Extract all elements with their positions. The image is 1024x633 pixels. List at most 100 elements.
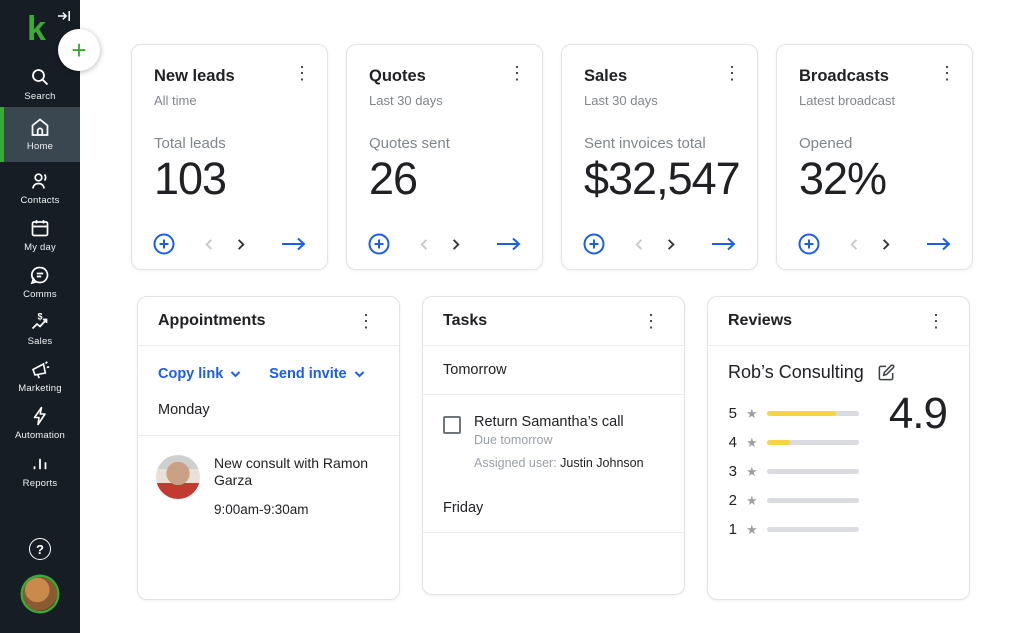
user-avatar[interactable] (23, 577, 57, 611)
kebab-menu-icon[interactable]: ⋮ (932, 60, 962, 86)
metric-value: 103 (154, 153, 305, 205)
broadcasts-card: ⋮ Broadcasts Latest broadcast Opened 32% (776, 44, 973, 270)
chevron-right-icon[interactable] (449, 238, 462, 251)
business-name: Rob’s Consulting (728, 362, 864, 383)
card-header: Reviews ⋮ (708, 297, 969, 346)
appointment-list-item[interactable]: New consult with Ramon Garza 9:00am-9:30… (138, 436, 399, 536)
metric-value: 32% (799, 153, 950, 205)
sidebar-item-reports[interactable]: Reports (0, 449, 80, 493)
rating-count: 2 (728, 492, 737, 509)
add-circle-icon[interactable] (797, 232, 821, 256)
kebab-menu-icon[interactable]: ⋮ (287, 60, 317, 86)
edit-icon[interactable] (877, 363, 896, 382)
collapse-arrow-icon (56, 12, 72, 27)
arrow-right-icon[interactable] (280, 236, 307, 252)
chevron-left-icon[interactable] (633, 238, 646, 251)
sidebar-item-my-day[interactable]: My day (0, 213, 80, 257)
contact-avatar (156, 455, 200, 499)
copy-link-button[interactable]: Copy link (158, 366, 241, 382)
task-section-label: Tomorrow (423, 346, 684, 395)
kebab-menu-icon[interactable]: ⋮ (923, 310, 949, 332)
chevron-down-icon (230, 366, 241, 382)
appointment-time: 9:00am-9:30am (214, 502, 369, 517)
sidebar-item-label: Search (24, 91, 55, 102)
card-title: New leads (154, 67, 305, 86)
card-title: Broadcasts (799, 67, 950, 86)
assigned-user: Justin Johnson (560, 456, 643, 470)
rating-count: 1 (728, 521, 737, 538)
sidebar-collapse-button[interactable] (56, 8, 72, 27)
add-circle-icon[interactable] (367, 232, 391, 256)
metric-value: $32,547 (584, 153, 735, 205)
calendar-icon (29, 217, 51, 239)
sidebar-item-contacts[interactable]: Contacts (0, 166, 80, 210)
appointment-actions: Copy link Send invite (138, 346, 399, 394)
star-icon: ★ (746, 494, 758, 507)
task-checkbox[interactable] (443, 416, 461, 434)
rating-bar-fill (767, 411, 836, 416)
rating-bar-fill (767, 440, 790, 445)
card-footer (582, 232, 737, 256)
card-title: Appointments (158, 312, 266, 330)
sidebar-item-home[interactable]: Home (0, 107, 80, 162)
rating-bar (767, 469, 859, 474)
arrow-right-icon[interactable] (925, 236, 952, 252)
keap-logo: k (27, 12, 46, 46)
card-title: Quotes (369, 67, 520, 86)
sidebar-item-comms[interactable]: Comms (0, 260, 80, 304)
chevron-left-icon[interactable] (418, 238, 431, 251)
sales-card: ⋮ Sales Last 30 days Sent invoices total… (561, 44, 758, 270)
star-icon: ★ (746, 465, 758, 478)
home-icon (29, 116, 51, 138)
card-title: Reviews (728, 312, 792, 330)
chevron-down-icon (354, 366, 365, 382)
send-invite-label: Send invite (269, 366, 346, 382)
chevron-right-icon[interactable] (234, 238, 247, 251)
kebab-menu-icon[interactable]: ⋮ (717, 60, 747, 86)
sidebar-item-search[interactable]: Search (0, 62, 80, 106)
rating-bar (767, 411, 859, 416)
card-subtitle: All time (154, 93, 305, 108)
new-leads-card: ⋮ New leads All time Total leads 103 (131, 44, 328, 270)
appointment-title: New consult with Ramon Garza (214, 455, 369, 489)
arrow-right-icon[interactable] (495, 236, 522, 252)
star-icon: ★ (746, 407, 758, 420)
rating-count: 4 (728, 434, 737, 451)
rating-count: 3 (728, 463, 737, 480)
sidebar-item-label: Marketing (18, 383, 62, 394)
sales-dollar-icon: $ (29, 311, 51, 333)
quick-add-button[interactable]: + (58, 29, 100, 71)
send-invite-button[interactable]: Send invite (269, 366, 364, 382)
task-assigned: Assigned user: Justin Johnson (474, 456, 644, 470)
contacts-icon (29, 170, 51, 192)
help-button[interactable]: ? (29, 538, 51, 560)
card-footer (152, 232, 307, 256)
sidebar-item-label: Sales (28, 336, 53, 347)
add-circle-icon[interactable] (152, 232, 176, 256)
chevron-left-icon[interactable] (848, 238, 861, 251)
rating-bar (767, 498, 859, 503)
assigned-label: Assigned user: (474, 456, 560, 470)
kebab-menu-icon[interactable]: ⋮ (353, 310, 379, 332)
add-circle-icon[interactable] (582, 232, 606, 256)
rating-count: 5 (728, 405, 737, 422)
chevron-right-icon[interactable] (664, 238, 677, 251)
star-icon: ★ (746, 436, 758, 449)
kebab-menu-icon[interactable]: ⋮ (638, 310, 664, 332)
arrow-right-icon[interactable] (710, 236, 737, 252)
sidebar-item-sales[interactable]: $ Sales (0, 307, 80, 351)
card-header: Tasks ⋮ (423, 297, 684, 346)
bar-chart-icon (29, 453, 51, 475)
sidebar-item-label: Home (27, 141, 53, 152)
sidebar-item-label: Contacts (20, 195, 59, 206)
svg-text:$: $ (38, 312, 43, 322)
card-subtitle: Latest broadcast (799, 93, 950, 108)
metric-label: Total leads (154, 135, 305, 152)
task-section-label: Friday (423, 484, 684, 533)
kebab-menu-icon[interactable]: ⋮ (502, 60, 532, 86)
chevron-left-icon[interactable] (203, 238, 216, 251)
sidebar-item-automation[interactable]: Automation (0, 401, 80, 445)
sidebar-item-marketing[interactable]: Marketing (0, 354, 80, 398)
chevron-right-icon[interactable] (879, 238, 892, 251)
chat-bubble-icon (29, 264, 51, 286)
